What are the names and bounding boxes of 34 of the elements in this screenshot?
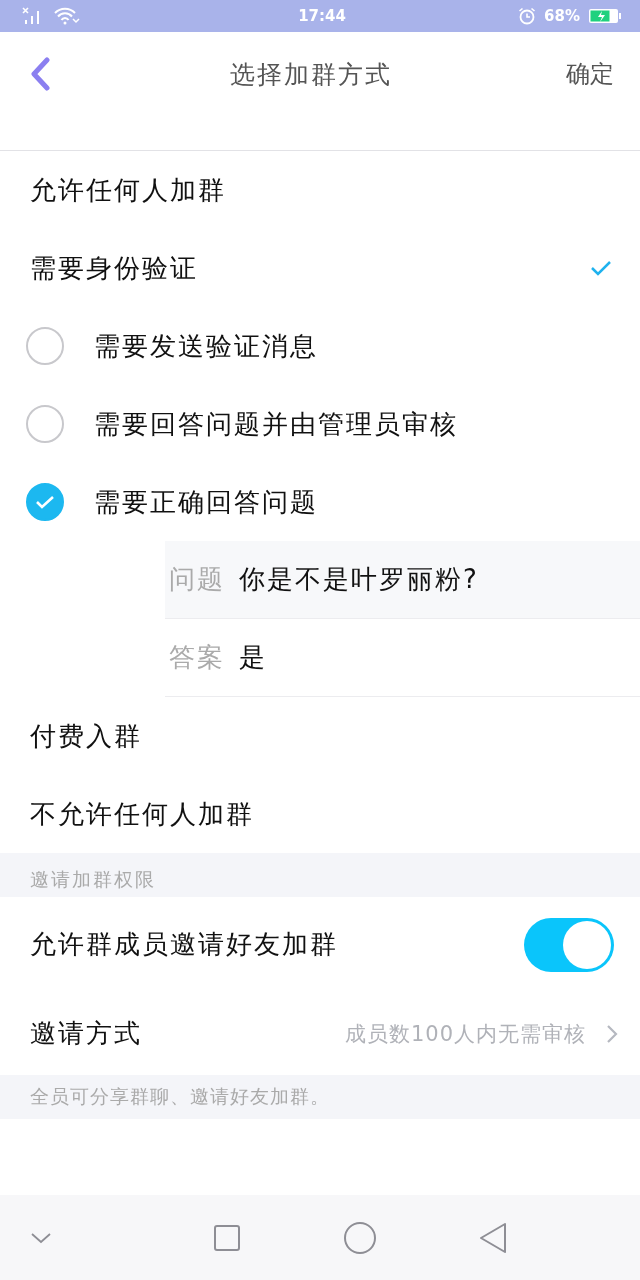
section-header: 邀请加群权限 [30,867,156,892]
field-value: 是 [239,641,267,674]
home-button[interactable] [342,1220,377,1255]
back-nav-button[interactable] [478,1221,508,1254]
collapse-button[interactable] [30,1230,52,1245]
field-label: 问题 [169,563,225,596]
checkmark-icon [34,494,56,510]
recents-button[interactable] [213,1223,242,1252]
circle-icon [342,1220,377,1255]
page-title: 选择加群方式 [230,58,392,91]
option-item[interactable]: 付费入群 [0,697,640,775]
chevron-down-icon [30,1230,52,1245]
toggle-switch[interactable] [524,917,614,972]
alarm-icon [518,7,537,25]
battery-percent: 68% [544,7,580,25]
hint-text: 全员可分享群聊、邀请好友加群。 [30,1084,330,1109]
option-item[interactable]: 允许任何人加群 [0,151,640,229]
radio-option[interactable]: 需要回答问题并由管理员审核 [0,385,640,463]
triangle-icon [478,1221,508,1254]
radio-option[interactable]: 需要正确回答问题 [0,463,640,541]
radio-option[interactable]: 需要发送验证消息 [0,307,640,385]
square-icon [213,1223,242,1252]
field-value: 你是不是叶罗丽粉? [239,563,479,596]
wifi-icon [54,7,80,25]
back-icon [30,57,52,91]
field-label: 答案 [169,641,225,674]
battery-icon [588,8,622,24]
invite-method-row[interactable]: 邀请方式 成员数100人内无需审核 [0,992,640,1075]
option-item[interactable]: 不允许任何人加群 [0,775,640,853]
option-item[interactable]: 需要身份验证 [0,229,640,307]
status-time: 17:44 [298,7,346,25]
confirm-button[interactable]: 确定 [566,58,614,90]
chevron-right-icon [606,1023,618,1044]
setting-label: 允许群成员邀请好友加群 [30,928,338,961]
